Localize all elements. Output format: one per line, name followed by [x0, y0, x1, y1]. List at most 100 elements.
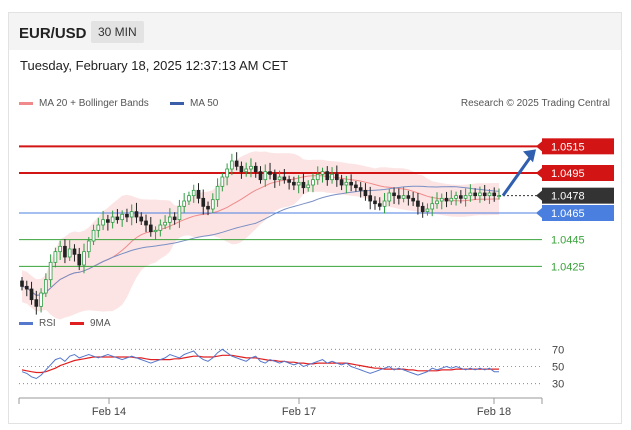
rsi-tick-30: 30 — [552, 379, 564, 391]
candle-body — [177, 205, 182, 221]
candle-body — [158, 224, 163, 231]
candle-body — [139, 216, 144, 222]
candle-body — [20, 280, 24, 287]
candle-body — [234, 160, 239, 167]
rsi-line — [21, 348, 499, 380]
candle-body — [44, 279, 48, 294]
level-tag-arrow-1.0465 — [536, 208, 542, 218]
candle-body — [292, 181, 296, 186]
candle-body — [201, 197, 206, 207]
ma9-line — [21, 354, 499, 374]
candle-body — [144, 220, 148, 226]
candle-body — [129, 211, 134, 218]
candle-body — [315, 173, 320, 181]
candle-body — [406, 195, 411, 199]
ma50-legend-label: MA 50 — [190, 98, 219, 109]
candle-body — [392, 192, 396, 197]
candle-body — [53, 251, 58, 263]
candle-body — [354, 184, 358, 189]
candle-body — [67, 248, 72, 258]
candle-body — [459, 195, 463, 199]
candle-body — [163, 221, 167, 226]
candle-body — [334, 173, 339, 181]
candle-body — [58, 245, 62, 253]
candle-body — [416, 200, 420, 207]
candle-body — [301, 181, 306, 189]
candle-body — [48, 261, 53, 281]
candle-body — [339, 179, 344, 186]
candle-body — [153, 229, 158, 233]
candle-body — [187, 195, 191, 202]
ma9-legend-swatch — [70, 322, 84, 325]
candle-body — [349, 181, 353, 186]
candle-body — [368, 195, 373, 202]
candle-body — [306, 184, 311, 189]
rsi-legend-swatch — [19, 322, 33, 325]
candle-body — [172, 216, 177, 221]
bollinger-legend-swatch — [19, 102, 33, 105]
level-label-1.0515: 1.0515 — [551, 141, 585, 153]
main-plot-area: 1.0515 1.0495 1.0478 1.0465 1.0445 1.0425 — [19, 138, 614, 320]
rsi-tick-50: 50 — [552, 362, 564, 374]
candle-body — [82, 251, 86, 266]
candle-body — [220, 176, 225, 187]
chart-card: EUR/USD 30 MIN Tuesday, February 18, 202… — [8, 12, 622, 424]
candle-body — [196, 189, 201, 199]
ma50-legend-swatch — [170, 102, 184, 105]
candle-body — [239, 165, 244, 173]
level-label-1.0478: 1.0478 — [551, 191, 585, 203]
candle-body — [263, 171, 268, 181]
candle-body — [191, 189, 196, 197]
candle-body — [249, 165, 253, 170]
candle-body — [120, 213, 125, 221]
candle-body — [230, 160, 234, 170]
candle-body — [497, 195, 501, 198]
candle-body — [148, 224, 153, 233]
candle-body — [430, 203, 435, 210]
candle-body — [106, 219, 110, 223]
candle-body — [258, 171, 263, 181]
level-label-1.0465: 1.0465 — [551, 208, 585, 220]
level-tag-arrow-1.0478 — [536, 190, 542, 201]
rsi-legend-label: RSI — [39, 318, 56, 329]
candle-body — [463, 195, 468, 199]
bollinger-legend-label: MA 20 + Bollinger Bands — [39, 98, 149, 109]
level-label-1.0425: 1.0425 — [551, 261, 585, 273]
candle-body — [439, 197, 444, 202]
candle-body — [425, 208, 430, 213]
candle-body — [396, 195, 401, 199]
credit-text: Research © 2025 Trading Central — [461, 98, 610, 109]
candle-body — [411, 197, 415, 202]
candle-body — [468, 192, 473, 197]
candle-body — [253, 165, 258, 173]
candle-body — [282, 176, 287, 181]
candle-body — [168, 216, 172, 223]
x-axis: Feb 14 Feb 17 Feb 18 — [18, 398, 543, 418]
candle-body — [320, 171, 325, 175]
candle-body — [296, 181, 301, 186]
level-label-1.0445: 1.0445 — [551, 235, 585, 247]
candle-body — [444, 197, 449, 202]
candle-body — [311, 179, 315, 186]
candle-body — [244, 168, 249, 173]
price-chart: MA 20 + Bollinger Bands MA 50 Research ©… — [18, 98, 614, 418]
candle-body — [373, 200, 377, 205]
candle-body — [225, 168, 229, 178]
candle-body — [454, 195, 458, 199]
candle-body — [24, 285, 29, 290]
candle-body — [382, 200, 387, 207]
x-tick-label-2: Feb 18 — [477, 406, 511, 418]
candle-body — [63, 245, 67, 258]
level-label-1.0495: 1.0495 — [551, 168, 585, 180]
candle-body — [29, 288, 34, 301]
candle-body — [182, 200, 187, 207]
candle-body — [377, 203, 382, 207]
candle-body — [449, 197, 454, 202]
candle-body — [206, 205, 210, 210]
candle-body — [101, 219, 105, 226]
candle-body — [478, 192, 482, 197]
candle-body — [268, 171, 272, 175]
candle-body — [363, 189, 368, 197]
candle-body — [134, 211, 139, 218]
candle-body — [72, 248, 77, 255]
